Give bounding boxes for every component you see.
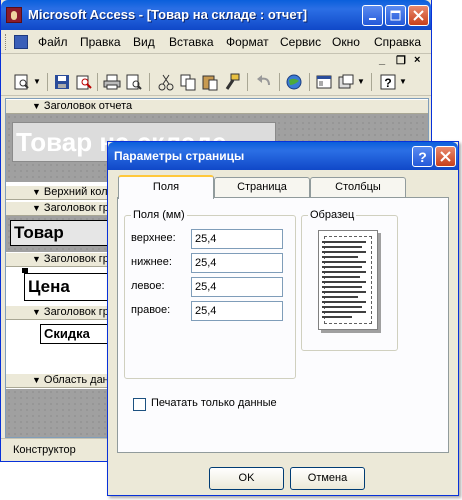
undo-icon[interactable]	[255, 73, 273, 91]
dialog-help-button[interactable]: ?	[412, 146, 433, 167]
left-margin-input[interactable]	[191, 277, 283, 297]
copy-icon[interactable]	[179, 73, 197, 91]
help-icon: ?	[418, 148, 427, 165]
minimize-button[interactable]	[362, 5, 383, 26]
cancel-button[interactable]: Отмена	[290, 467, 365, 490]
new-object-icon[interactable]	[337, 73, 355, 91]
left-margin-label: левое:	[131, 280, 165, 292]
top-margin-label: верхнее:	[131, 232, 176, 244]
menu-edit[interactable]: Правка	[80, 35, 121, 49]
view-dropdown-icon[interactable]: ▼	[33, 77, 41, 86]
print-data-only-checkbox[interactable]	[133, 398, 146, 411]
title-bar[interactable]: Microsoft Access - [Товар на складе : от…	[1, 0, 431, 30]
page-setup-dialog: Параметры страницы ? Поля Страница Столб…	[107, 141, 459, 496]
menu-bar: Файл Правка Вид Вставка Формат Сервис Ок…	[1, 30, 431, 54]
right-margin-input[interactable]	[191, 301, 283, 321]
sample-group-label: Образец	[308, 209, 357, 221]
maximize-icon	[390, 10, 401, 21]
doc-restore-icon[interactable]: ❐	[396, 54, 406, 68]
tab-page[interactable]: Страница	[214, 177, 310, 197]
section-label: Заголовок отчета	[43, 100, 133, 112]
toolbar: ▼ ▼ ? ▼	[1, 68, 431, 96]
maximize-button[interactable]	[385, 5, 406, 26]
save-icon[interactable]	[53, 73, 71, 91]
tab-margins[interactable]: Поля	[118, 175, 214, 199]
bottom-margin-input[interactable]	[191, 253, 283, 273]
tab-columns[interactable]: Столбцы	[310, 177, 406, 197]
toolbar-grip[interactable]	[5, 34, 8, 50]
paste-icon[interactable]	[201, 73, 219, 91]
dialog-title-bar[interactable]: Параметры страницы ?	[108, 142, 458, 170]
bottom-margin-label: нижнее:	[131, 256, 172, 268]
ok-button[interactable]: OK	[209, 467, 284, 490]
minimize-icon	[368, 17, 376, 20]
section-report-header[interactable]: ▼ Заголовок отчета	[6, 99, 428, 114]
margins-panel: Поля (мм) верхнее: нижнее: левое: правое…	[117, 197, 449, 453]
label-skidka[interactable]: Скидка	[40, 324, 110, 344]
report-doc-icon[interactable]	[14, 35, 28, 49]
menu-window[interactable]: Окно	[332, 35, 360, 49]
svg-text:?: ?	[384, 76, 391, 90]
format-painter-icon[interactable]	[223, 73, 241, 91]
page-preview-image	[318, 230, 378, 330]
close-button[interactable]	[408, 5, 429, 26]
print-data-only-label[interactable]: Печатать только данные	[151, 397, 277, 409]
menu-insert[interactable]: Вставка	[169, 35, 214, 49]
menu-format[interactable]: Формат	[226, 35, 269, 49]
status-mode: Конструктор	[13, 444, 76, 456]
access-icon	[6, 7, 22, 23]
view-icon[interactable]	[13, 73, 31, 91]
close-icon	[440, 151, 451, 162]
menu-tools[interactable]: Сервис	[280, 35, 321, 49]
cut-icon[interactable]	[157, 73, 175, 91]
dialog-close-button[interactable]	[435, 146, 456, 167]
search-icon[interactable]	[75, 73, 93, 91]
print-icon[interactable]	[103, 73, 121, 91]
margins-group-label: Поля (мм)	[131, 209, 187, 221]
menu-file[interactable]: Файл	[38, 35, 68, 49]
menu-help[interactable]: Справка	[374, 35, 421, 49]
menu-view[interactable]: Вид	[133, 35, 155, 49]
sample-group: Образец	[301, 209, 398, 351]
close-icon	[413, 10, 424, 21]
top-margin-input[interactable]	[191, 229, 283, 249]
right-margin-label: правое:	[131, 304, 171, 316]
print-preview-icon[interactable]	[125, 73, 143, 91]
help-icon[interactable]: ?	[379, 73, 397, 91]
margins-group: Поля (мм) верхнее: нижнее: левое: правое…	[124, 209, 296, 379]
help-dropdown-icon[interactable]: ▼	[399, 77, 407, 86]
database-icon[interactable]	[315, 73, 333, 91]
doc-minimize-icon[interactable]: _	[379, 54, 385, 68]
new-object-dropdown-icon[interactable]: ▼	[357, 77, 365, 86]
window-title: Microsoft Access - [Товар на складе : от…	[28, 7, 308, 22]
dialog-title: Параметры страницы	[114, 149, 245, 163]
doc-close-icon[interactable]: ×	[414, 54, 420, 68]
web-icon[interactable]	[285, 73, 303, 91]
